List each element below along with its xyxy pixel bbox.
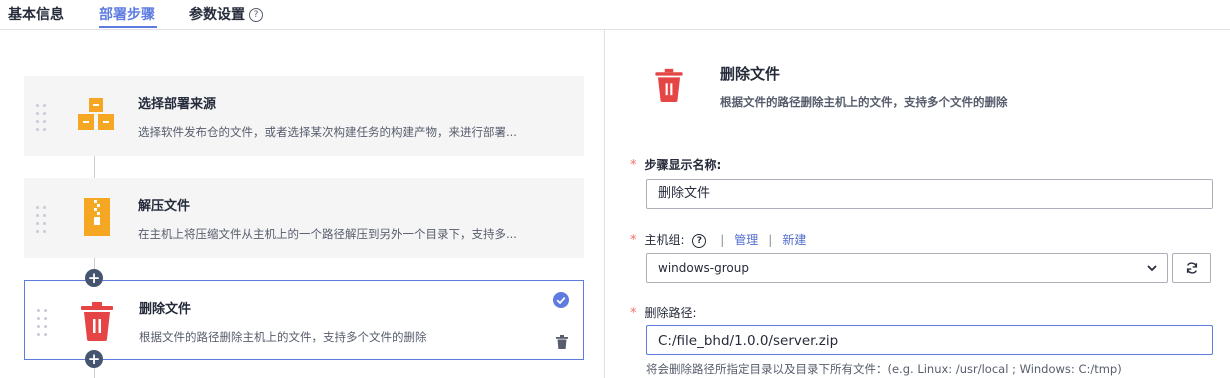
step-card-delete-file[interactable]: 删除文件 根据文件的路径删除主机上的文件，支持多个文件的删除 — [24, 280, 584, 360]
delete-path-hint: 将会删除路径所指定目录以及目录下所有文件：(e.g. Linux: /usr/l… — [646, 362, 1122, 376]
step-title: 选择部署来源 — [138, 97, 217, 112]
package-icon — [78, 98, 114, 130]
hostgroup-select[interactable]: windows-group — [646, 253, 1168, 283]
tab-deploy-steps[interactable]: 部署步骤 — [99, 4, 155, 24]
add-step-button[interactable]: + — [85, 350, 103, 368]
required-mark: * — [630, 233, 637, 248]
step-description: 根据文件的路径删除主机上的文件，支持多个文件的删除 — [139, 330, 427, 344]
delete-path-label-text: 删除路径: — [644, 306, 697, 320]
step-description: 在主机上将压缩文件从主机上的一个路径解压到另外一个目录下，支持多... — [138, 227, 517, 241]
grip-icon[interactable] — [37, 309, 49, 336]
trash-icon — [655, 68, 683, 102]
separator: | — [768, 233, 773, 247]
step-card-unzip[interactable]: 解压文件 在主机上将压缩文件从主机上的一个路径解压到另外一个目录下，支持多... — [24, 178, 584, 258]
hostgroup-selected-value: windows-group — [658, 261, 749, 275]
hostgroup-label-text: 主机组: — [644, 233, 685, 247]
step-title: 解压文件 — [138, 199, 191, 214]
panel-divider — [604, 29, 605, 378]
refresh-icon — [1186, 262, 1198, 274]
help-icon[interactable]: ? — [249, 8, 263, 22]
delete-path-input[interactable]: C:/file_bhd/1.0.0/server.zip — [646, 325, 1213, 355]
tab-bar: 基本信息 部署步骤 参数设置? — [0, 0, 1230, 30]
trash-icon — [81, 302, 113, 341]
add-step-button[interactable]: + — [85, 269, 103, 287]
detail-title: 删除文件 — [720, 65, 781, 83]
help-icon[interactable]: ? — [692, 233, 707, 248]
grip-icon[interactable] — [36, 206, 48, 233]
required-mark: * — [630, 306, 637, 321]
refresh-button[interactable] — [1172, 253, 1211, 283]
manage-link[interactable]: 管理 — [734, 233, 758, 247]
step-card-select-source[interactable]: 选择部署来源 选择软件发布仓的文件，或者选择某次构建任务的构建产物，来进行部署.… — [24, 76, 584, 156]
step-title: 删除文件 — [139, 302, 192, 317]
chevron-down-icon — [1147, 265, 1157, 272]
separator: | — [720, 233, 725, 247]
active-tab-indicator — [99, 26, 157, 28]
step-name-input[interactable]: 删除文件 — [646, 179, 1213, 209]
tab-basic-info[interactable]: 基本信息 — [8, 4, 64, 24]
hostgroup-label: * 主机组: ? | 管理 | 新建 — [630, 231, 806, 248]
delete-path-label: * 删除路径: — [630, 304, 697, 321]
required-mark: * — [630, 158, 637, 173]
step-name-label-text: 步骤显示名称: — [644, 158, 722, 172]
check-circle-icon — [553, 292, 569, 308]
detail-description: 根据文件的路径删除主机上的文件，支持多个文件的删除 — [720, 95, 1008, 109]
step-description: 选择软件发布仓的文件，或者选择某次构建任务的构建产物，来进行部署... — [138, 125, 517, 139]
grip-icon[interactable] — [36, 104, 48, 131]
tab-param-settings[interactable]: 参数设置? — [189, 4, 263, 24]
delete-step-icon[interactable] — [556, 335, 568, 349]
step-connector — [94, 156, 95, 178]
zip-icon — [84, 198, 110, 236]
step-name-label: * 步骤显示名称: — [630, 156, 721, 173]
tab-param-settings-label: 参数设置 — [189, 7, 245, 23]
new-link[interactable]: 新建 — [782, 233, 806, 247]
